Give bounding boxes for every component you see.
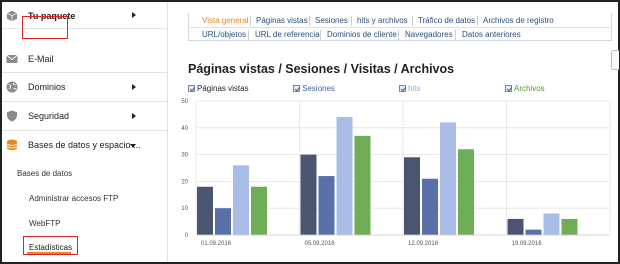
sidebar-item-seguridad[interactable]: Seguridad: [2, 102, 168, 131]
y-tick-label: 20: [181, 179, 188, 185]
legend-label: hits: [408, 84, 421, 93]
package-icon: [6, 10, 18, 22]
bar: [300, 154, 317, 235]
tab-datos-anteriores[interactable]: Datos anteriores: [462, 30, 521, 39]
tab-vista-general[interactable]: Vista general: [202, 16, 249, 25]
sidebar-item-label: Seguridad: [28, 111, 70, 121]
y-tick-label: 50: [181, 99, 188, 105]
x-tick-label: 01.09.2016: [201, 241, 232, 247]
chevron-right-icon: [132, 113, 136, 119]
bar: [215, 208, 231, 235]
bar: [543, 213, 560, 235]
sidebar-subitem-label: Administrar accesos FTP: [29, 194, 119, 203]
tab-hits-y-archivos[interactable]: hits y archivos: [357, 16, 408, 25]
highlight-box-tu-paquete: [22, 16, 68, 39]
checkbox-icon[interactable]: [293, 85, 300, 92]
bar: [404, 157, 420, 235]
tab-separator: [398, 30, 399, 40]
active-underline: [27, 252, 71, 254]
legend-item-archivos[interactable]: Archivos: [505, 84, 545, 93]
bar: [318, 176, 335, 235]
globe-icon: [6, 81, 18, 93]
tab-archivos-de-registro[interactable]: Archivos de registro: [483, 16, 554, 25]
bar: [197, 186, 213, 235]
bar: [422, 178, 438, 235]
checkbox-icon[interactable]: [505, 85, 512, 92]
chevron-right-icon: [132, 12, 136, 18]
database-icon: [6, 139, 18, 151]
bar: [233, 165, 249, 235]
legend-label: Sesiones: [302, 84, 335, 93]
sidebar-item-label: Dominios: [28, 82, 66, 92]
tab-trafico-de-datos[interactable]: Tráfico de datos: [418, 16, 475, 25]
sidebar-item-email[interactable]: E-Mail: [2, 45, 168, 73]
sidebar-subitem-label: Bases de datos: [17, 169, 73, 178]
tab-separator: [351, 16, 352, 26]
chevron-right-icon: [132, 84, 136, 90]
sidebar-subitem-ftp[interactable]: Administrar accesos FTP: [2, 190, 168, 208]
tab-separator: [248, 30, 249, 40]
side-panel-toggle-button[interactable]: [611, 50, 619, 70]
bar: [525, 229, 542, 235]
y-tick-label: 0: [185, 233, 189, 239]
chevron-down-icon: [130, 144, 136, 148]
envelope-icon: [6, 54, 18, 63]
legend-item-paginas-vistas[interactable]: Páginas vistas: [188, 84, 249, 93]
tab-row-divider: [188, 27, 612, 28]
tab-navegadores[interactable]: Navegadores: [405, 30, 453, 39]
bar: [507, 218, 524, 235]
sidebar-subitem-label: WebFTP: [29, 219, 61, 228]
tab-url-objetos[interactable]: URL/objetos: [202, 30, 246, 39]
legend-item-hits[interactable]: hits: [399, 84, 420, 93]
bar: [440, 122, 456, 235]
y-tick-label: 30: [181, 153, 188, 159]
sidebar-item-label: Bases de datos y espacio ...: [28, 140, 141, 150]
legend-item-sesiones[interactable]: Sesiones: [293, 84, 335, 93]
sidebar: Tu paquete E-Mail Dominios Seguridad Bas…: [2, 2, 168, 262]
x-tick-label: 19.09.2016: [512, 241, 543, 247]
x-tick-label: 05.09.2016: [305, 241, 336, 247]
tab-dominios-de-cliente[interactable]: Dominios de cliente: [327, 30, 397, 39]
sidebar-subitem-bases-de-datos[interactable]: Bases de datos: [2, 165, 168, 183]
x-tick-label: 12.09.2016: [408, 241, 439, 247]
bar: [458, 149, 474, 235]
sidebar-subitem-webftp[interactable]: WebFTP: [2, 215, 168, 233]
bar: [336, 117, 353, 235]
checkbox-icon[interactable]: [399, 85, 406, 92]
bar-chart: 0 10 20 30 40 50 01.09.2016 05.09.2016 12.09.201…: [181, 99, 611, 247]
bar: [251, 186, 267, 235]
legend-label: Páginas vistas: [197, 84, 249, 93]
tab-separator: [250, 16, 251, 26]
tab-separator: [477, 16, 478, 26]
tab-separator: [412, 16, 413, 26]
y-tick-label: 40: [181, 126, 188, 132]
bar: [354, 135, 371, 235]
page-title: Páginas vistas / Sesiones / Visitas / Ar…: [188, 62, 455, 76]
bar: [561, 218, 578, 235]
checkbox-icon[interactable]: [188, 85, 195, 92]
sidebar-item-bases-de-datos[interactable]: Bases de datos y espacio ...: [2, 131, 168, 160]
y-tick-label: 10: [181, 206, 188, 212]
tab-separator: [320, 30, 321, 40]
tab-sesiones[interactable]: Sesiones: [315, 16, 348, 25]
tab-paginas-vistas[interactable]: Páginas vistas: [256, 16, 308, 25]
tab-separator: [455, 30, 456, 40]
sidebar-item-dominios[interactable]: Dominios: [2, 73, 168, 102]
legend-label: Archivos: [514, 84, 545, 93]
tab-url-de-referencia[interactable]: URL de referencia: [255, 30, 320, 39]
shield-icon: [7, 110, 17, 122]
sidebar-item-label: E-Mail: [28, 54, 54, 64]
tab-separator: [309, 16, 310, 26]
